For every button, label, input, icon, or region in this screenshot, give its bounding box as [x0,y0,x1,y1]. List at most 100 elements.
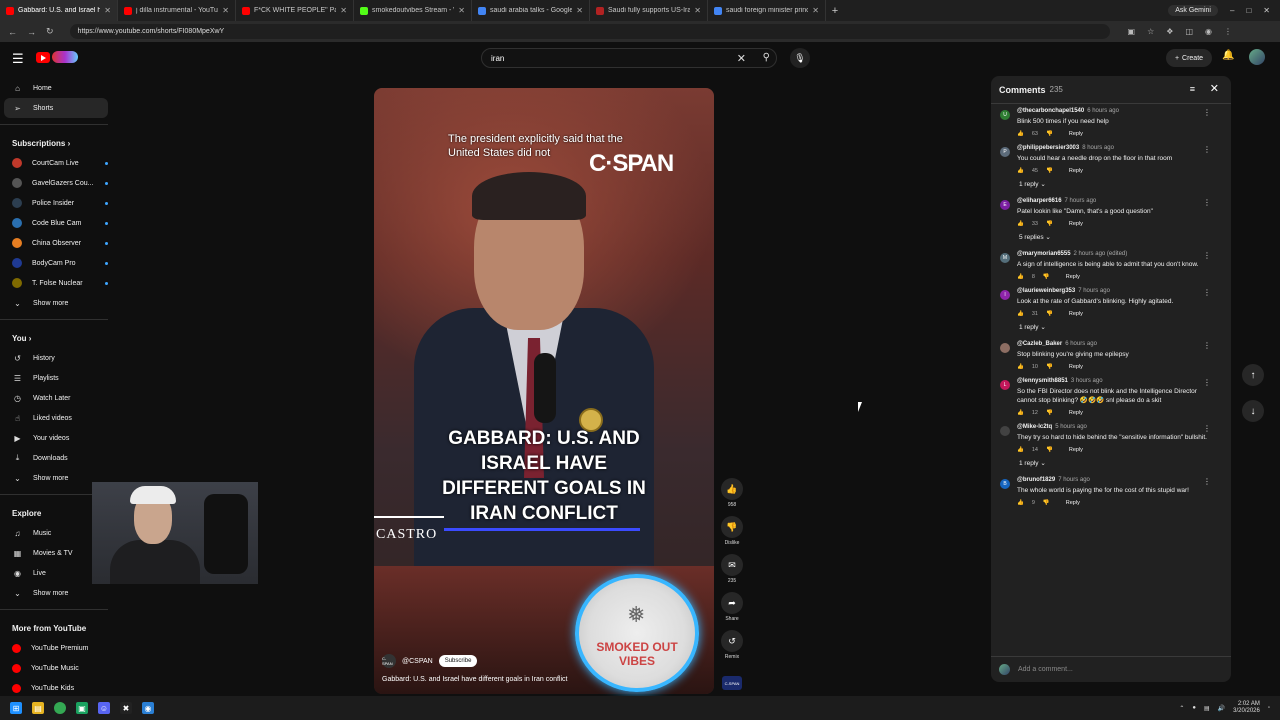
you-header[interactable]: You › [0,324,116,348]
comment-author[interactable]: @lennysmith8851 3 hours ago [1017,378,1211,384]
comment-reply-button[interactable]: Reply [1069,311,1083,317]
remix-action[interactable]: ↺ Remix [720,630,744,660]
discord-icon[interactable]: ☺ [98,702,110,714]
comment-more-icon[interactable]: ⋮ [1203,145,1211,154]
close-window-icon[interactable]: ✕ [1263,6,1270,15]
minimize-icon[interactable]: – [1230,6,1234,15]
chrome-icon[interactable] [54,702,66,714]
comment-reply-button[interactable]: Reply [1069,221,1083,227]
comment-author-name[interactable]: @lennysmith8851 [1017,378,1068,384]
tab-close-icon[interactable]: ✕ [104,6,111,15]
sidebar-item-you[interactable]: ⤓ Downloads [0,448,108,468]
comment-reply-button[interactable]: Reply [1069,410,1083,416]
sort-icon[interactable]: ≡ [1190,84,1195,94]
comment-reply-button[interactable]: Reply [1069,131,1083,137]
browser-tab[interactable]: F*CK WHITE PEOPLE" Palestinia✕ [236,0,354,21]
new-tab-button[interactable]: + [826,5,844,17]
previous-short-arrow-up-icon[interactable]: ↑ [1242,364,1264,386]
comment-dislike-icon[interactable]: 👎 [1046,447,1053,453]
hamburger-menu-icon[interactable]: ☰ [12,51,24,67]
app-icon-green[interactable]: ▣ [76,702,88,714]
comment-more-icon[interactable]: ⋮ [1203,477,1211,486]
comment-like-icon[interactable]: 👍 [1017,168,1024,174]
mic-tray-icon[interactable]: ● [1192,705,1196,711]
cast-icon[interactable]: ▣ [1128,27,1136,36]
sidebar-icon[interactable]: ◫ [1185,27,1193,36]
comment-more-icon[interactable]: ⋮ [1203,108,1211,117]
comment-like-icon[interactable]: 👍 [1017,364,1024,370]
search-box[interactable]: iran ✕ ⚲ [481,48,777,68]
url-field[interactable]: https://www.youtube.com/shorts/FI080MpeX… [69,24,1110,39]
microphone-icon[interactable]: 🎙 [790,48,810,68]
share-action[interactable]: ➦ Share [720,592,744,622]
reload-icon[interactable]: ↻ [46,26,54,37]
clock[interactable]: 2:02 AM 3/20/2026 [1233,701,1260,715]
menu-icon[interactable]: ⋮ [1224,27,1232,36]
sidebar-item-you[interactable]: ↺ History [0,348,108,368]
sidebar-item-subscription[interactable]: Code Blue Cam [0,213,108,233]
comment-more-icon[interactable]: ⋮ [1203,251,1211,260]
volume-icon[interactable]: 🔊 [1218,705,1225,712]
browser-tab[interactable]: saudi foreign minister prince fa✕ [708,0,826,21]
comment-author[interactable]: @thecarbonchapel1540 6 hours ago [1017,108,1211,114]
sidebar-item-more[interactable]: YouTube Music [0,658,108,678]
comment-more-icon[interactable]: ⋮ [1203,378,1211,387]
sidebar-item-subscription[interactable]: BodyCam Pro [0,253,108,273]
comment-reply-button[interactable]: Reply [1069,168,1083,174]
youtube-logo-icon[interactable] [36,52,50,63]
comment-avatar[interactable]: E [1000,200,1010,210]
ask-gemini-button[interactable]: Ask Gemini [1168,5,1218,16]
comment-more-icon[interactable]: ⋮ [1203,198,1211,207]
account-avatar[interactable] [1249,49,1265,65]
tab-close-icon[interactable]: ✕ [576,6,583,15]
comment-like-icon[interactable]: 👍 [1017,274,1024,280]
sidebar-item-more[interactable]: YouTube Premium [0,638,108,658]
comment-like-icon[interactable]: 👍 [1017,311,1024,317]
channel-name[interactable]: @CSPAN [402,658,433,665]
remix-icon[interactable]: ↺ [721,630,743,652]
notifications-icon[interactable]: ▫ [1268,705,1270,711]
audio-source-badge[interactable]: C-SPAN [722,676,742,690]
comment-dislike-icon[interactable]: 👎 [1046,131,1053,137]
sidebar-item-you[interactable]: ☝ Liked videos [0,408,108,428]
comment-avatar[interactable]: U [1000,110,1010,120]
sidebar-item-subscription[interactable]: China Observer [0,233,108,253]
extensions-icon[interactable]: ❖ [1166,27,1173,36]
comment-dislike-icon[interactable]: 👎 [1046,311,1053,317]
comment-reply-button[interactable]: Reply [1066,274,1080,280]
comment-dislike-icon[interactable]: 👎 [1043,500,1050,506]
comment-like-icon[interactable]: 👍 [1017,447,1024,453]
comment-author[interactable]: @Mike-lc2tq 5 hours ago [1017,424,1211,430]
tab-close-icon[interactable]: ✕ [812,6,819,15]
file-explorer-icon[interactable]: ▤ [32,702,44,714]
comment-avatar[interactable]: B [1000,479,1010,489]
comment-author[interactable]: @philippebersier3003 8 hours ago [1017,145,1211,151]
create-button[interactable]: + Create [1166,49,1212,67]
video-title[interactable]: Gabbard: U.S. and Israel have different … [382,676,567,683]
comment-avatar[interactable] [1000,343,1010,353]
comment-reply-button[interactable]: Reply [1069,447,1083,453]
browser-tab[interactable]: Gabbard: U.S. and Israel ha ✕ [0,0,118,21]
sidebar-item-subscription[interactable]: GavelGazers Cou... [0,173,108,193]
view-replies-button[interactable]: 5 replies ⌄ [991,233,1231,241]
tray-chevron-icon[interactable]: ⌃ [1179,705,1184,712]
capcut-icon[interactable]: ✖ [120,702,132,714]
tab-close-icon[interactable]: ✕ [694,6,701,15]
comment-more-icon[interactable]: ⋮ [1203,341,1211,350]
comment-author-name[interactable]: @Mike-lc2tq [1017,424,1052,430]
comment-author[interactable]: @eliharper6616 7 hours ago [1017,198,1211,204]
comment-author-name[interactable]: @brunof1829 [1017,477,1055,483]
comment-dislike-icon[interactable]: 👎 [1046,168,1053,174]
comment-like-icon[interactable]: 👍 [1017,221,1024,227]
thumbs-down-icon[interactable]: 👎 [721,516,743,538]
subscriptions-header[interactable]: Subscriptions › [0,129,116,153]
view-replies-button[interactable]: 1 reply ⌄ [991,459,1231,467]
comment-avatar[interactable]: P [1000,147,1010,157]
maximize-icon[interactable]: □ [1246,6,1251,15]
sidebar-item-more[interactable]: YouTube Kids [0,678,108,698]
app-icon-blue[interactable]: ◉ [142,702,154,714]
profile-icon[interactable]: ◉ [1205,27,1212,36]
comment-more-icon[interactable]: ⋮ [1203,424,1211,433]
sidebar-item-you[interactable]: ▶ Your videos [0,428,108,448]
notifications-bell-icon[interactable]: 🔔 [1222,50,1234,61]
